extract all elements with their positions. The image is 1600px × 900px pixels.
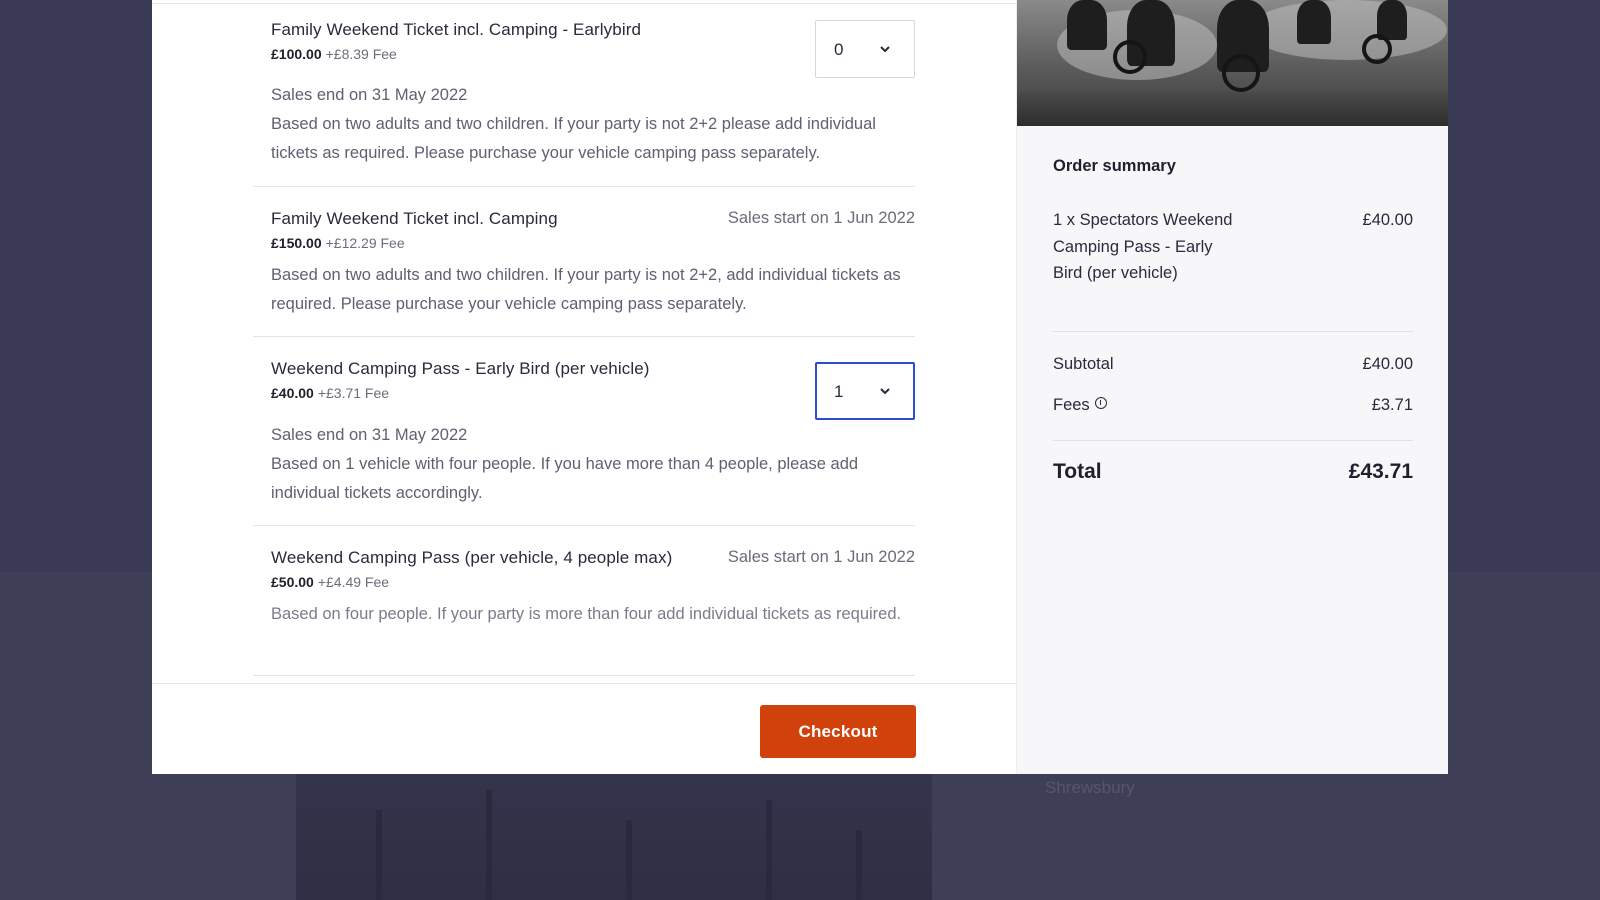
fees-label: Fees xyxy=(1053,396,1090,414)
ticket-fee: +£12.29 Fee xyxy=(325,235,405,251)
ticket-divider xyxy=(253,186,915,187)
ticket-divider xyxy=(253,675,915,676)
quantity-select[interactable]: 1 xyxy=(815,362,915,420)
ticket-price: £100.00 +£8.39 Fee xyxy=(271,46,397,62)
info-icon[interactable] xyxy=(1094,397,1107,409)
ticket-family-weekend-earlybird: Family Weekend Ticket incl. Camping - Ea… xyxy=(253,20,915,170)
event-background-photo xyxy=(296,772,932,900)
ticket-name: Weekend Camping Pass - Early Bird (per v… xyxy=(271,359,650,378)
total-label: Total xyxy=(1053,460,1102,483)
total-row: Total £43.71 xyxy=(1053,460,1413,484)
chevron-down-icon xyxy=(880,46,890,53)
ticket-name: Family Weekend Ticket incl. Camping - Ea… xyxy=(271,20,642,39)
ticket-price: £150.00 +£12.29 Fee xyxy=(271,235,405,251)
ticket-fee: +£8.39 Fee xyxy=(325,46,397,62)
order-line-item: 1 x Spectators Weekend Camping Pass - Ea… xyxy=(1053,207,1413,287)
fees-value: £3.71 xyxy=(1371,396,1413,414)
ticket-description: Based on four people. If your party is m… xyxy=(271,605,902,623)
chevron-down-icon xyxy=(880,388,890,395)
quantity-value: 0 xyxy=(834,40,844,59)
ticket-sales-date: Sales start on 1 Jun 2022 xyxy=(727,548,915,566)
ticket-fee: +£4.49 Fee xyxy=(317,574,390,590)
ticket-price: £40.00 +£3.71 Fee xyxy=(271,385,389,401)
checkout-button[interactable]: Checkout xyxy=(760,705,916,758)
ticket-name: Family Weekend Ticket incl. Camping xyxy=(271,209,558,228)
line-item-description: 1 x Spectators Weekend Camping Pass - Ea… xyxy=(1053,211,1233,282)
ticket-sales-date: Sales end on 31 May 2022 xyxy=(271,426,468,444)
subtotal-row: Subtotal £40.00 xyxy=(1053,355,1413,374)
quantity-select[interactable]: 0 xyxy=(815,20,915,78)
order-summary-title: Order summary xyxy=(1053,157,1176,175)
subtotal-value: £40.00 xyxy=(1362,355,1413,373)
fees-row: Fees £3.71 xyxy=(1053,396,1413,415)
ticket-price-amount: £100.00 xyxy=(271,46,322,62)
ticket-description: Based on 1 vehicle with four people. If … xyxy=(271,455,859,502)
ticket-price-amount: £150.00 xyxy=(271,235,322,251)
subtotal-label: Subtotal xyxy=(1053,355,1114,373)
checkout-modal: Family Weekend Ticket incl. Camping - Ea… xyxy=(152,0,1448,774)
line-item-price: £40.00 xyxy=(1362,211,1413,229)
summary-divider xyxy=(1053,331,1413,332)
ticket-camping-pass-earlybird: Weekend Camping Pass - Early Bird (per v… xyxy=(253,359,915,509)
quantity-value: 1 xyxy=(834,382,844,401)
ticket-list-panel: Family Weekend Ticket incl. Camping - Ea… xyxy=(152,0,1016,774)
ticket-price: £50.00 +£4.49 Fee xyxy=(271,574,389,590)
order-summary-panel: Order summary 1 x Spectators Weekend Cam… xyxy=(1016,0,1448,774)
ticket-camping-pass: Weekend Camping Pass (per vehicle, 4 peo… xyxy=(253,548,915,658)
ticket-description: Based on two adults and two children. If… xyxy=(271,266,901,313)
ticket-price-amount: £50.00 xyxy=(271,574,314,590)
summary-divider xyxy=(1053,440,1413,441)
total-value: £43.71 xyxy=(1348,460,1413,483)
event-hero-image xyxy=(1017,0,1448,126)
ticket-family-weekend: Family Weekend Ticket incl. Camping Sale… xyxy=(253,209,915,319)
ticket-sales-date: Sales end on 31 May 2022 xyxy=(271,86,468,104)
ticket-description: Based on two adults and two children. If… xyxy=(271,115,876,162)
venue-city-text: Shrewsbury xyxy=(1045,778,1135,797)
ticket-divider xyxy=(253,336,915,337)
checkout-footer: Checkout xyxy=(152,683,1016,774)
ticket-price-amount: £40.00 xyxy=(271,385,314,401)
ticket-sales-date: Sales start on 1 Jun 2022 xyxy=(727,209,915,227)
ticket-name: Weekend Camping Pass (per vehicle, 4 peo… xyxy=(271,548,673,567)
ticket-fee: +£3.71 Fee xyxy=(317,385,390,401)
ticket-divider xyxy=(253,525,915,526)
